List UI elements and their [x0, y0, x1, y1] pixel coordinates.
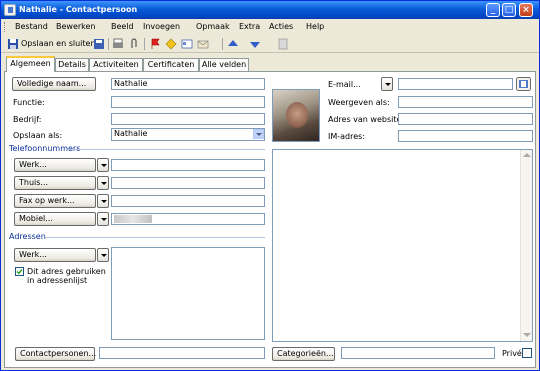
menu-acties[interactable]: Acties — [269, 22, 293, 31]
categories-button[interactable]: Categorieën... — [272, 347, 335, 361]
contact-face — [286, 102, 308, 128]
im-label: IM-adres: — [328, 132, 366, 141]
contacts-field[interactable] — [99, 347, 265, 359]
notes-textarea[interactable] — [272, 149, 533, 342]
close-button[interactable]: × — [519, 3, 533, 17]
display-as-field[interactable] — [398, 96, 533, 108]
maximize-button[interactable]: □ — [502, 3, 516, 17]
phone-field[interactable] — [111, 195, 265, 207]
website-field[interactable] — [398, 113, 533, 125]
menu-invoegen[interactable]: Invoegen — [143, 22, 180, 31]
address-textarea[interactable] — [111, 247, 265, 340]
email-field[interactable] — [398, 78, 513, 90]
phone-field[interactable] — [111, 159, 265, 171]
tab-certificaten[interactable]: Certificaten — [143, 58, 199, 71]
tab-details[interactable]: Details — [55, 58, 89, 71]
file-as-select[interactable]: Nathalie — [111, 128, 265, 141]
address-book-icon[interactable] — [516, 77, 531, 91]
paperclip-icon[interactable] — [128, 38, 140, 50]
notes-scrollbar[interactable] — [520, 150, 532, 341]
company-label: Bedrijf: — [13, 115, 42, 124]
private-label: Privé — [502, 349, 522, 358]
company-field[interactable] — [111, 113, 265, 125]
phone-type-button[interactable]: Mobiel... — [14, 212, 96, 226]
phone-type-dropdown[interactable] — [97, 158, 109, 172]
next-item-icon[interactable] — [249, 38, 261, 50]
tab-algemeen[interactable]: Algemeen — [6, 56, 55, 72]
full-name-field[interactable]: Nathalie — [111, 78, 265, 90]
address-type-dropdown[interactable] — [97, 248, 109, 262]
address-type-button[interactable]: Werk... — [14, 248, 96, 262]
phone-type-dropdown[interactable] — [97, 212, 109, 226]
section-divider — [69, 149, 265, 150]
blurred-phone-number — [114, 215, 152, 223]
toolbar-separator — [222, 38, 223, 50]
tab-activiteiten[interactable]: Activiteiten — [89, 58, 143, 71]
file-as-label: Opslaan als: — [13, 131, 63, 140]
mobile-phone-field[interactable] — [111, 213, 265, 225]
window-title: Nathalie - Contactpersoon — [19, 5, 138, 14]
new-message-icon[interactable] — [197, 38, 209, 50]
minimize-button[interactable]: _ — [486, 3, 500, 17]
phone-type-button[interactable]: Thuis... — [14, 176, 96, 190]
menu-extra[interactable]: Extra — [239, 22, 260, 31]
chevron-down-icon[interactable] — [253, 129, 264, 139]
mailing-address-checkbox[interactable] — [15, 267, 24, 276]
menu-bewerken[interactable]: Bewerken — [56, 22, 96, 31]
business-card-icon[interactable] — [181, 38, 193, 50]
toolbar-separator — [108, 38, 109, 50]
phone-type-dropdown[interactable] — [97, 194, 109, 208]
toolbar-separator — [144, 38, 145, 50]
save-icon — [8, 39, 18, 49]
private-checkbox[interactable] — [522, 348, 532, 358]
menu-bestand[interactable]: Bestand — [15, 22, 48, 31]
addresses-section-title: Adressen — [9, 232, 46, 241]
phone-type-dropdown[interactable] — [97, 176, 109, 190]
section-divider — [45, 237, 265, 238]
tab-alle-velden[interactable]: Alle velden — [199, 58, 249, 71]
phone-field[interactable] — [111, 177, 265, 189]
im-field[interactable] — [398, 130, 533, 142]
menu-bar: Bestand Bewerken Beeld Invoegen Opmaak E… — [1, 19, 539, 35]
save-close-button[interactable]: Opslaan en sluiten — [21, 39, 96, 48]
scroll-down-icon[interactable] — [523, 333, 531, 337]
mailing-address-label: Dit adres gebruiken in adressenlijst — [27, 267, 106, 285]
contact-window: Nathalie - Contactpersoon _ □ × Bestand … — [0, 0, 540, 371]
email-type-dropdown[interactable] — [381, 77, 393, 91]
full-name-button[interactable]: Volledige naam... — [12, 77, 96, 91]
categories-field[interactable] — [341, 347, 495, 359]
toolbar: Opslaan en sluiten — [1, 35, 539, 53]
address-book-icon[interactable] — [277, 38, 289, 50]
scroll-up-icon[interactable] — [523, 153, 531, 157]
contacts-button[interactable]: Contactpersonen... — [15, 347, 96, 361]
function-label: Functie: — [13, 98, 45, 107]
phone-type-button[interactable]: Werk... — [14, 158, 96, 172]
save-disk-icon[interactable] — [93, 38, 105, 50]
display-as-label: Weergeven als: — [328, 98, 390, 107]
menu-beeld[interactable]: Beeld — [111, 22, 134, 31]
email-label[interactable]: E-mail... — [328, 80, 361, 89]
website-label: Adres van website: — [328, 115, 405, 124]
title-bar: Nathalie - Contactpersoon _ □ × — [1, 1, 539, 19]
categories-icon[interactable] — [165, 38, 177, 50]
phone-type-button[interactable]: Fax op werk... — [14, 194, 96, 208]
contact-icon — [4, 4, 16, 16]
contact-photo[interactable] — [272, 89, 320, 142]
menu-help[interactable]: Help — [306, 22, 324, 31]
print-icon[interactable] — [112, 38, 124, 50]
previous-item-icon[interactable] — [227, 38, 239, 50]
menu-grip — [4, 22, 7, 32]
menu-opmaak[interactable]: Opmaak — [196, 22, 230, 31]
flag-icon[interactable] — [149, 38, 161, 50]
function-field[interactable] — [111, 96, 265, 108]
